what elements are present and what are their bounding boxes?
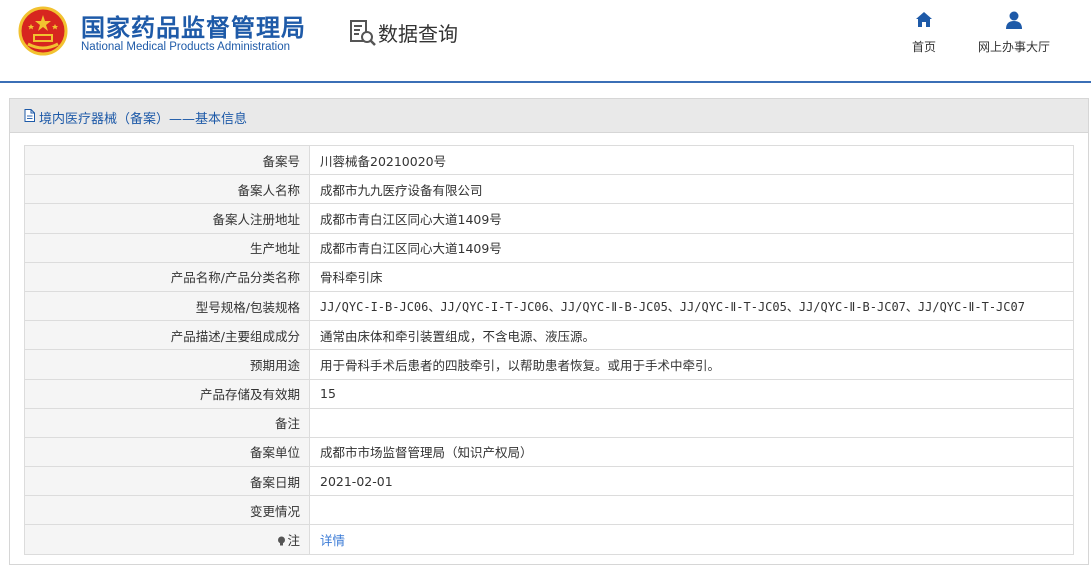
row-label: 型号规格/包装规格	[24, 290, 310, 322]
table-row: 备案人名称 成都市九九医疗设备有限公司	[24, 174, 1074, 205]
panel-header: 境内医疗器械（备案）——基本信息	[10, 99, 1088, 133]
page-title: 数据查询	[378, 22, 458, 46]
table-row: 注 详情	[24, 524, 1074, 555]
row-value: 成都市市场监督管理局（知识产权局）	[309, 436, 1074, 468]
table-row: 备案日期 2021-02-01	[24, 466, 1074, 497]
lightbulb-icon	[278, 536, 286, 546]
row-label: 备案人注册地址	[24, 203, 310, 234]
row-label: 备注	[24, 407, 310, 438]
site-header: 国家药品监督管理局 National Medical Products Admi…	[0, 0, 1091, 82]
row-label: 备案人名称	[24, 174, 310, 205]
org-name-cn: 国家药品监督管理局	[81, 14, 306, 42]
row-label: 产品名称/产品分类名称	[24, 261, 310, 292]
row-value: 成都市青白江区同心大道1409号	[309, 203, 1074, 234]
table-row: 备案号 川蓉械备20210020号	[24, 144, 1074, 176]
nav-office-label: 网上办事大厅	[977, 40, 1050, 54]
row-label-note: 注	[24, 524, 310, 555]
row-value: JJ/QYC-I-B-JC06、JJ/QYC-I-T-JC06、JJ/QYC-Ⅱ…	[309, 290, 1074, 322]
row-value: 15	[309, 378, 1074, 409]
row-value: 用于骨科手术后患者的四肢牵引，以帮助患者恢复。或用于手术中牵引。	[309, 349, 1074, 380]
row-label: 变更情况	[24, 495, 310, 526]
row-value: 详情	[309, 524, 1074, 555]
details-link[interactable]: 详情	[320, 533, 345, 548]
row-label: 备案号	[24, 144, 310, 176]
table-row: 产品存储及有效期 15	[24, 378, 1074, 409]
document-search-icon	[350, 20, 376, 46]
nav-home-label: 首页	[911, 40, 936, 54]
document-icon	[24, 109, 35, 122]
table-row: 产品描述/主要组成成分 通常由床体和牵引装置组成，不含电源、液压源。	[24, 320, 1074, 351]
info-panel: 境内医疗器械（备案）——基本信息 备案号 川蓉械备20210020号 备案人名称…	[9, 98, 1089, 565]
row-label: 备案日期	[24, 466, 310, 497]
row-label: 预期用途	[24, 349, 310, 380]
table-row: 生产地址 成都市青白江区同心大道1409号	[24, 232, 1074, 263]
info-table: 备案号 川蓉械备20210020号 备案人名称 成都市九九医疗设备有限公司 备案…	[24, 144, 1074, 555]
user-icon	[1006, 11, 1022, 29]
table-row: 备案单位 成都市市场监督管理局（知识产权局）	[24, 436, 1074, 468]
row-value: 通常由床体和牵引装置组成，不含电源、液压源。	[309, 320, 1074, 351]
row-label: 备案单位	[24, 436, 310, 468]
row-label: 生产地址	[24, 232, 310, 263]
table-row: 预期用途 用于骨科手术后患者的四肢牵引，以帮助患者恢复。或用于手术中牵引。	[24, 349, 1074, 380]
org-name-en: National Medical Products Administration	[81, 41, 291, 53]
header-divider	[0, 81, 1091, 83]
table-row: 备案人注册地址 成都市青白江区同心大道1409号	[24, 203, 1074, 234]
row-value: 川蓉械备20210020号	[309, 144, 1074, 176]
note-label: 注	[287, 533, 300, 549]
row-value: 成都市青白江区同心大道1409号	[309, 232, 1074, 263]
nav-home-link[interactable]: 首页	[904, 10, 944, 55]
table-row: 产品名称/产品分类名称 骨科牵引床	[24, 261, 1074, 292]
row-label: 产品存储及有效期	[24, 378, 310, 409]
nav-office-link[interactable]: 网上办事大厅	[968, 10, 1060, 55]
row-value	[309, 495, 1074, 526]
row-value: 成都市九九医疗设备有限公司	[309, 174, 1074, 205]
row-value: 骨科牵引床	[309, 261, 1074, 292]
row-label: 产品描述/主要组成成分	[24, 320, 310, 351]
row-value	[309, 407, 1074, 438]
home-icon	[916, 12, 932, 27]
row-value: 2021-02-01	[309, 466, 1074, 497]
panel-title: 境内医疗器械（备案）——基本信息	[39, 112, 248, 127]
table-row: 变更情况	[24, 495, 1074, 526]
table-row: 型号规格/包装规格 JJ/QYC-I-B-JC06、JJ/QYC-I-T-JC0…	[24, 290, 1074, 322]
table-row: 备注	[24, 407, 1074, 438]
national-emblem-icon	[18, 6, 68, 56]
